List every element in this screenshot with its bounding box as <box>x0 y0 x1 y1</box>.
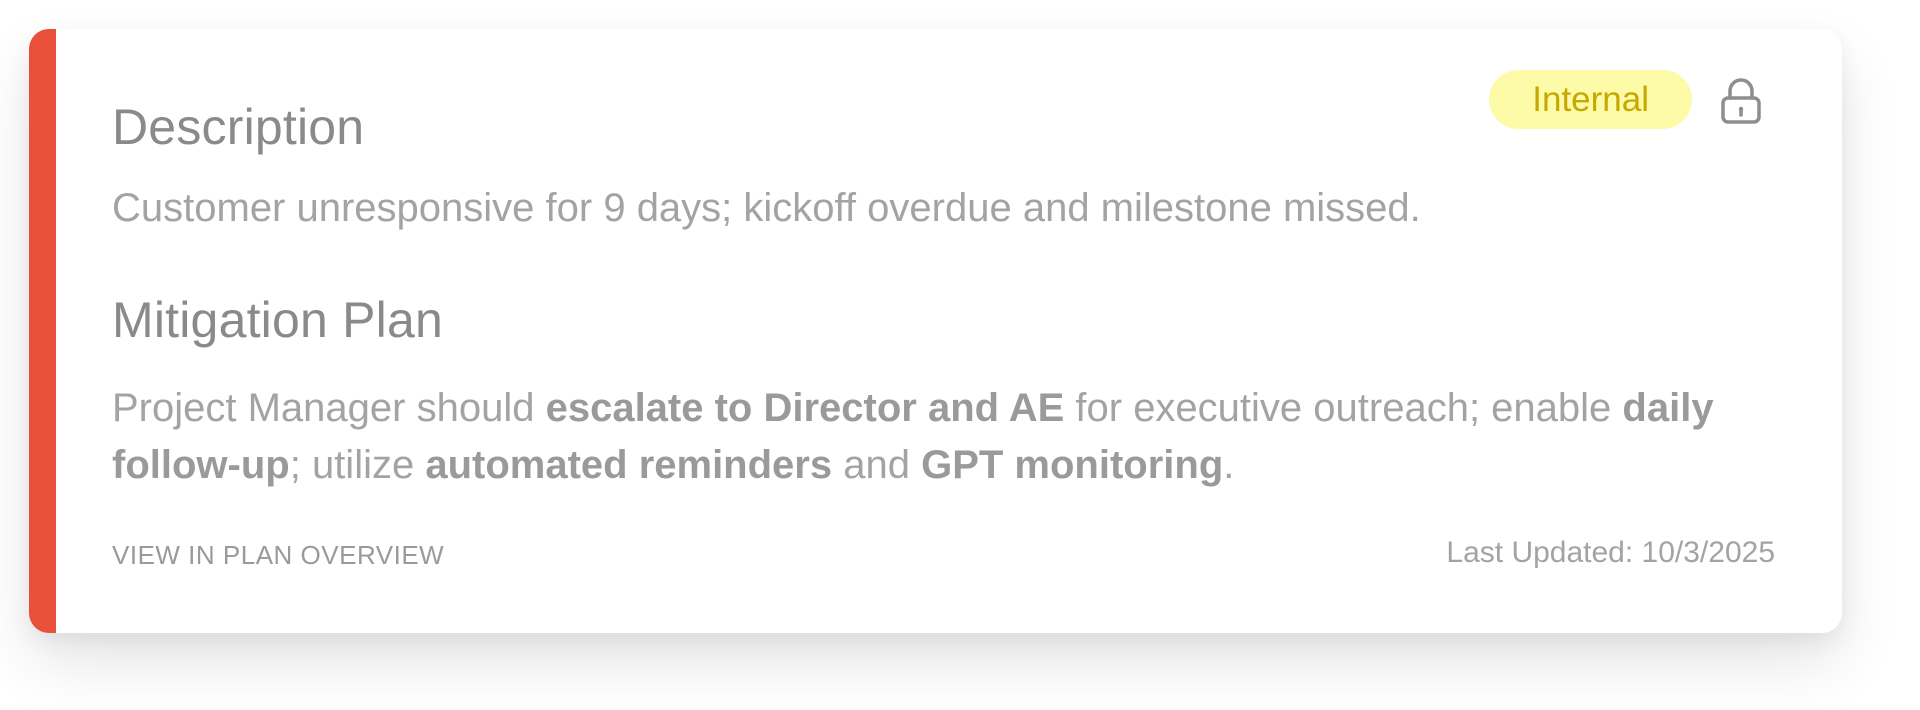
description-heading: Description <box>112 99 365 155</box>
mitigation-segment: . <box>1223 443 1235 487</box>
description-text: Customer unresponsive for 9 days; kickof… <box>112 186 1421 230</box>
mitigation-emphasis: escalate to Director and AE <box>545 386 1065 430</box>
visibility-badge: Internal <box>1489 70 1692 129</box>
severity-accent-bar <box>29 29 56 633</box>
mitigation-text: Project Manager should escalate to Direc… <box>112 380 1812 494</box>
mitigation-heading: Mitigation Plan <box>112 292 443 348</box>
mitigation-emphasis: automated reminders <box>425 443 833 487</box>
mitigation-segment: Project Manager should <box>112 386 546 430</box>
view-in-plan-overview-link[interactable]: VIEW IN PLAN OVERVIEW <box>112 540 444 571</box>
mitigation-segment: for executive outreach; enable <box>1064 386 1623 430</box>
lock-icon[interactable] <box>1719 78 1763 124</box>
risk-card: Description Customer unresponsive for 9 … <box>29 29 1842 633</box>
mitigation-segment: ; utilize <box>289 443 426 487</box>
last-updated-text: Last Updated: 10/3/2025 <box>1446 536 1775 569</box>
mitigation-segment: and <box>832 443 922 487</box>
mitigation-emphasis: GPT monitoring <box>921 443 1224 487</box>
